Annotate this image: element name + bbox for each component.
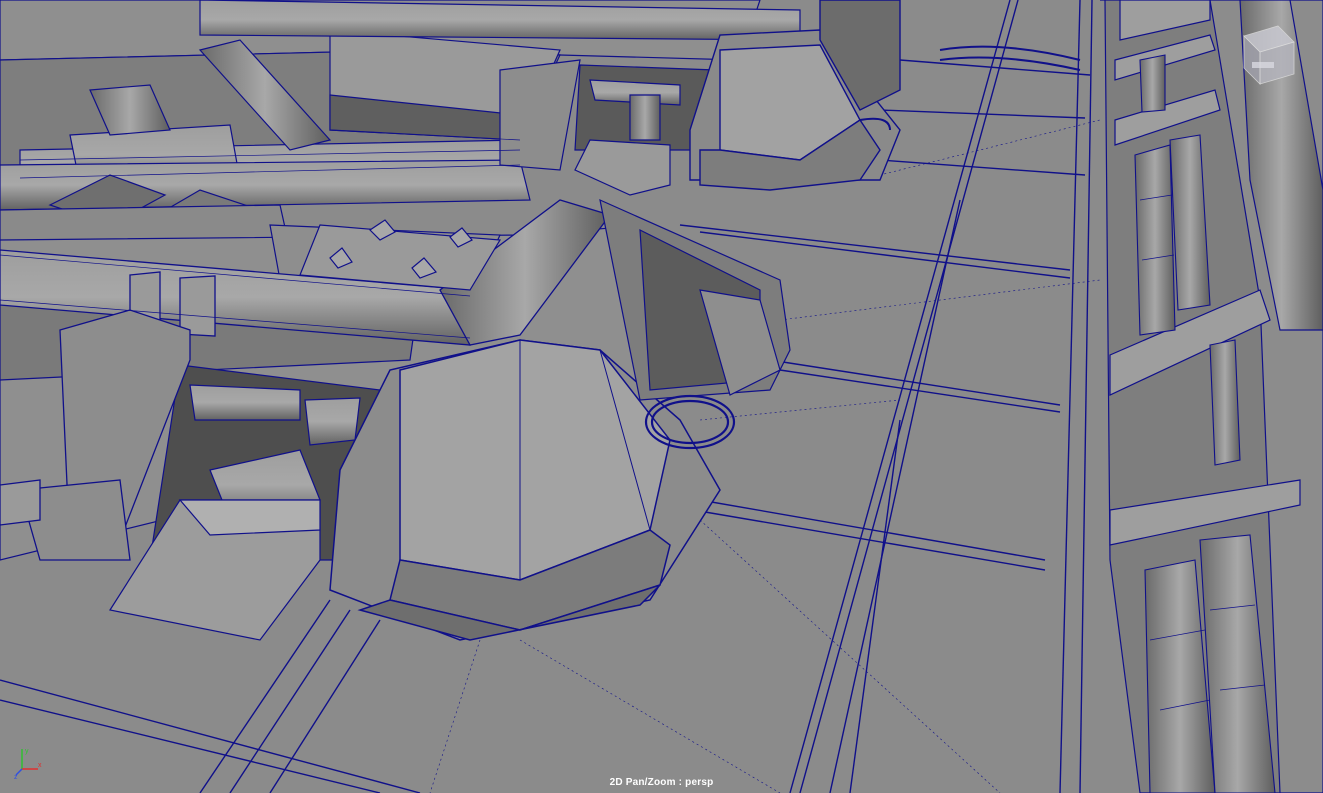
viewport-status-label: 2D Pan/Zoom : persp <box>609 777 714 788</box>
scene-wireframe[interactable] <box>0 0 1323 793</box>
svg-text:y: y <box>25 748 29 755</box>
svg-text:x: x <box>38 762 42 769</box>
xyz-axis-icon: y x z <box>14 748 42 779</box>
3d-viewport[interactable]: y x z 2D Pan/Zoom : persp <box>0 0 1323 793</box>
view-cube-icon[interactable] <box>1238 22 1298 90</box>
